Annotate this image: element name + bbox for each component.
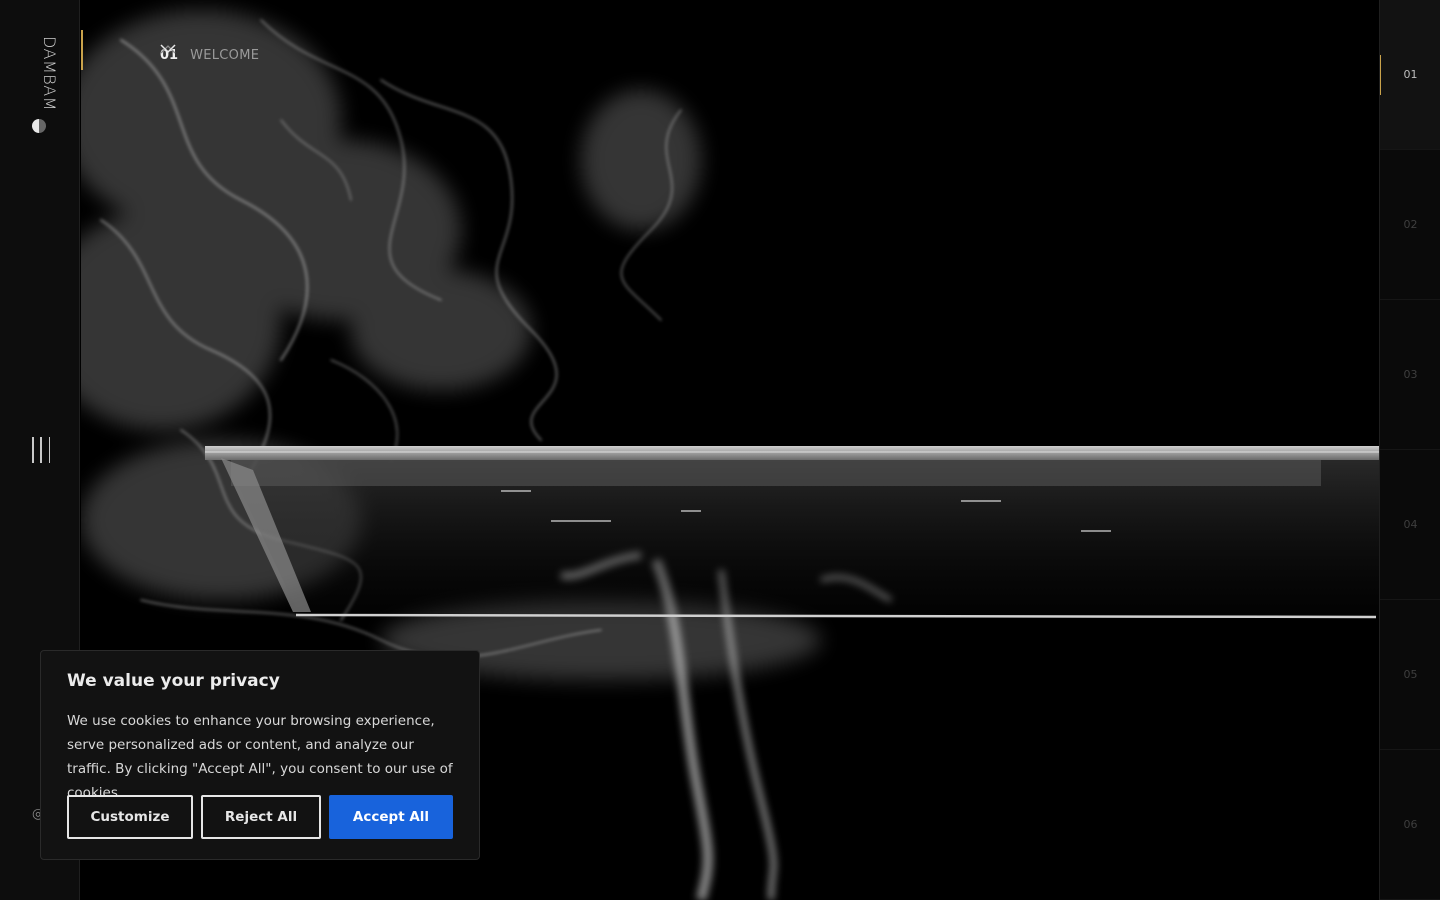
menu-icon[interactable] <box>32 437 50 463</box>
reject-all-button[interactable]: Reject All <box>201 795 321 839</box>
brand-logo[interactable]: DAMBAM <box>26 36 59 136</box>
logo-mark-icon <box>32 119 46 133</box>
chevron-down-icon[interactable] <box>160 44 315 64</box>
section-item-01[interactable]: 01 <box>1380 0 1440 150</box>
customize-button[interactable]: Customize <box>67 795 193 839</box>
active-slide-accent <box>81 30 83 70</box>
section-item-05[interactable]: 05 <box>1380 600 1440 750</box>
section-item-02[interactable]: 02 <box>1380 150 1440 300</box>
cookie-actions: Customize Reject All Accept All <box>67 795 453 839</box>
accept-all-button[interactable]: Accept All <box>329 795 453 839</box>
cookie-banner: We value your privacy We use cookies to … <box>40 650 480 860</box>
slide-label: WELCOME <box>190 47 260 63</box>
logo-text: DAMBAM <box>40 36 59 112</box>
cookie-title: We value your privacy <box>67 671 280 691</box>
section-item-06[interactable]: 06 <box>1380 750 1440 900</box>
chevron-up-icon[interactable] <box>160 45 291 64</box>
cookie-description: We use cookies to enhance your browsing … <box>67 713 453 801</box>
section-item-04[interactable]: 04 <box>1380 450 1440 600</box>
slide-navigation: 01 WELCOME <box>160 44 315 66</box>
section-rail: 01 02 03 04 05 06 <box>1379 0 1440 900</box>
section-item-03[interactable]: 03 <box>1380 300 1440 450</box>
